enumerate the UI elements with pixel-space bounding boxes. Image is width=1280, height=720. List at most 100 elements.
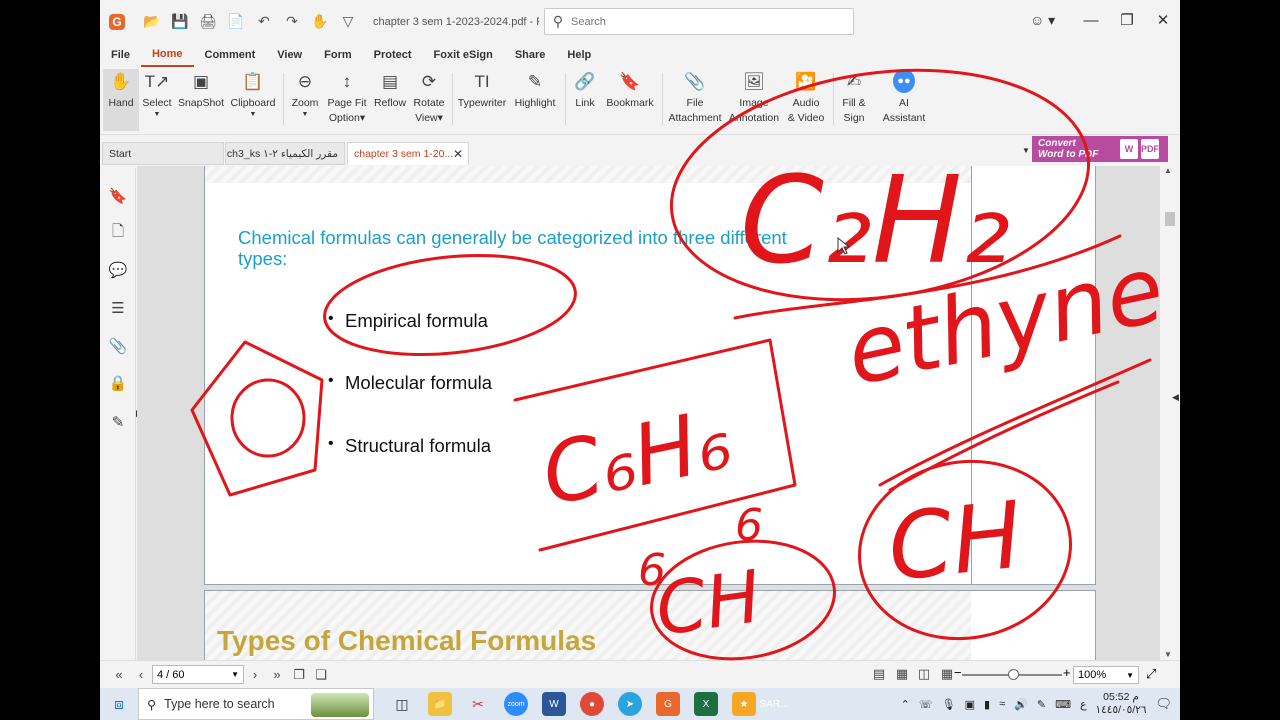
zoom-app-icon[interactable]: zoom — [504, 692, 528, 716]
last-page-icon[interactable]: » — [266, 667, 288, 682]
single-page-view-icon[interactable]: ▤ — [868, 666, 890, 682]
scroll-down-icon[interactable]: ▼ — [1164, 650, 1172, 659]
language-indicator[interactable]: ع — [1080, 698, 1087, 711]
signature-panel-icon[interactable]: ✎ — [108, 412, 128, 432]
snipping-tool-icon[interactable]: ✂ — [466, 692, 490, 716]
zoom-slider-knob[interactable] — [1008, 669, 1019, 680]
telegram-icon[interactable]: ➤ — [618, 692, 642, 716]
audio-video-button[interactable]: 🎦 Audio & Video — [785, 69, 827, 131]
file-attachment-button[interactable]: 📎 File Attachment — [667, 69, 723, 131]
ai-assistant-button[interactable]: ●● AI Assistant — [880, 69, 928, 131]
save-icon[interactable]: 💾 — [169, 11, 191, 33]
tab-chemistry-course[interactable]: مقرر الكيمياء ٢-١ ch3_ks... — [225, 142, 345, 165]
bookmarks-panel-icon[interactable]: 🔖 — [108, 186, 128, 206]
facing-view-icon[interactable]: ◫ — [913, 666, 935, 682]
foxit-taskbar-icon[interactable]: G — [656, 692, 680, 716]
close-tab-icon[interactable]: ✕ — [453, 147, 463, 161]
collapse-panel-icon[interactable]: ◀ — [1172, 392, 1179, 403]
sar-app-icon[interactable]: ★ — [732, 692, 756, 716]
keyboard-icon[interactable]: ⌨ — [1055, 698, 1071, 711]
pages-panel-icon[interactable]: 🗋 — [108, 223, 128, 243]
convert-word-to-pdf-banner[interactable]: Convert Word to PDF W PDF — [1032, 136, 1168, 162]
menu-view[interactable]: View — [266, 43, 313, 67]
previous-page-icon[interactable]: ‹ — [130, 667, 152, 682]
undo-icon[interactable]: ↶ — [253, 11, 275, 33]
security-lock-icon[interactable]: 🔒 — [108, 373, 128, 393]
minimize-icon[interactable]: — — [1082, 10, 1100, 30]
document-viewer[interactable]: Chemical formulas can generally be categ… — [137, 166, 1160, 660]
zoom-slider[interactable] — [962, 669, 1062, 680]
link-button[interactable]: 🔗 Link — [570, 69, 600, 131]
zoom-out-icon[interactable]: − — [954, 665, 962, 680]
menu-protect[interactable]: Protect — [363, 43, 423, 67]
rotate-view-button[interactable]: ⟳ Rotate View▾ — [412, 69, 446, 131]
next-page-icon[interactable]: › — [244, 667, 266, 682]
zoom-button[interactable]: ⊖ Zoom ▼ — [288, 69, 322, 131]
tab-chapter-3[interactable]: chapter 3 sem 1-20... ✕ — [347, 142, 469, 165]
tab-start[interactable]: Start — [102, 142, 224, 165]
tabs-dropdown-icon[interactable]: ▼ — [1022, 146, 1030, 155]
file-icon[interactable]: 📄 — [225, 11, 247, 33]
clock[interactable]: 05:52 م ١٤٤٥/٠٥/٢٦ — [1096, 691, 1147, 717]
select-tool-button[interactable]: T↗ Select ▼ — [142, 69, 172, 131]
menu-help[interactable]: Help — [556, 43, 602, 67]
zoom-level-field[interactable]: 100% ▼ — [1073, 666, 1139, 684]
show-hidden-icons-icon[interactable]: ⌃ — [901, 698, 910, 711]
menu-home[interactable]: Home — [140, 43, 194, 67]
first-page-icon[interactable]: « — [108, 667, 130, 682]
excel-app-icon[interactable]: X — [694, 692, 718, 716]
zoom-in-icon[interactable]: + — [1063, 665, 1071, 680]
layers-panel-icon[interactable]: ☰ — [108, 298, 128, 318]
file-explorer-icon[interactable]: 📁 — [428, 692, 452, 716]
chrome-icon[interactable]: ● — [580, 692, 604, 716]
notifications-icon[interactable]: 🗨 — [1155, 696, 1172, 712]
fill-sign-button[interactable]: ✍ Fill & Sign — [837, 69, 871, 131]
windows-start-icon[interactable]: ⧈ — [100, 688, 138, 720]
hand-tool-icon[interactable]: ✋ — [309, 11, 331, 33]
battery-icon[interactable]: ▮ — [984, 698, 990, 711]
page-number-field[interactable]: 4 / 60 ▼ — [152, 665, 244, 684]
hand-tool-button[interactable]: ✋ Hand — [103, 69, 139, 131]
foxit-logo-icon[interactable]: G — [109, 13, 125, 30]
multi-page-icon[interactable]: ❏ — [310, 667, 332, 683]
fullscreen-icon[interactable]: ⤢ — [1146, 666, 1156, 682]
continuous-view-icon[interactable]: ▦ — [891, 666, 913, 682]
task-view-icon[interactable]: ◫ — [390, 692, 414, 716]
comments-panel-icon[interactable]: 💬 — [108, 260, 128, 280]
typewriter-button[interactable]: TI Typewriter — [457, 69, 507, 131]
menu-form[interactable]: Form — [313, 43, 363, 67]
attachments-panel-icon[interactable]: 📎 — [108, 336, 128, 356]
wifi-icon[interactable]: ≈ — [999, 698, 1005, 710]
scroll-thumb[interactable] — [1165, 212, 1175, 226]
open-folder-icon[interactable]: 📂 — [141, 11, 163, 33]
reflow-button[interactable]: ▤ Reflow — [372, 69, 408, 131]
vertical-scrollbar[interactable]: ▲ ◀ ▼ — [1160, 166, 1180, 660]
menu-foxit-esign[interactable]: Foxit eSign — [423, 43, 504, 67]
scroll-up-icon[interactable]: ▲ — [1164, 166, 1172, 175]
print-icon[interactable]: 🖨 — [197, 11, 219, 33]
copy-page-icon[interactable]: ❐ — [288, 667, 310, 683]
highlight-button[interactable]: ✎ Highlight — [512, 69, 558, 131]
search-input[interactable] — [571, 15, 841, 28]
volume-icon[interactable]: 🔊 — [1014, 698, 1028, 711]
bookmark-button[interactable]: 🔖 Bookmark — [605, 69, 655, 131]
taskbar-search[interactable]: ⚲ Type here to search — [138, 688, 374, 720]
search-box[interactable]: ⚲ — [544, 8, 854, 35]
restore-icon[interactable]: ❐ — [1118, 10, 1136, 30]
menu-comment[interactable]: Comment — [194, 43, 267, 67]
snapshot-button[interactable]: ▣ SnapShot — [177, 69, 225, 131]
word-app-icon[interactable]: W — [542, 692, 566, 716]
page-fit-option-button[interactable]: ↕ Page Fit Option▾ — [327, 69, 367, 131]
redo-icon[interactable]: ↷ — [281, 11, 303, 33]
account-icon[interactable]: ☺ ▾ — [1030, 12, 1055, 29]
menu-file[interactable]: File — [100, 43, 141, 67]
image-annotation-button[interactable]: 🖼 Image Annotation — [727, 69, 781, 131]
meet-now-icon[interactable]: ☏ — [919, 698, 933, 711]
camera-icon[interactable]: ▣ — [965, 698, 975, 711]
pen-workspace-icon[interactable]: ✎ — [1037, 698, 1046, 711]
microphone-icon[interactable]: 🎙 — [942, 698, 956, 711]
clipboard-button[interactable]: 📋 Clipboard ▼ — [230, 69, 276, 131]
menu-share[interactable]: Share — [504, 43, 557, 67]
customize-dropdown-icon[interactable]: ▽ — [337, 11, 359, 33]
close-icon[interactable]: ✕ — [1154, 10, 1172, 30]
